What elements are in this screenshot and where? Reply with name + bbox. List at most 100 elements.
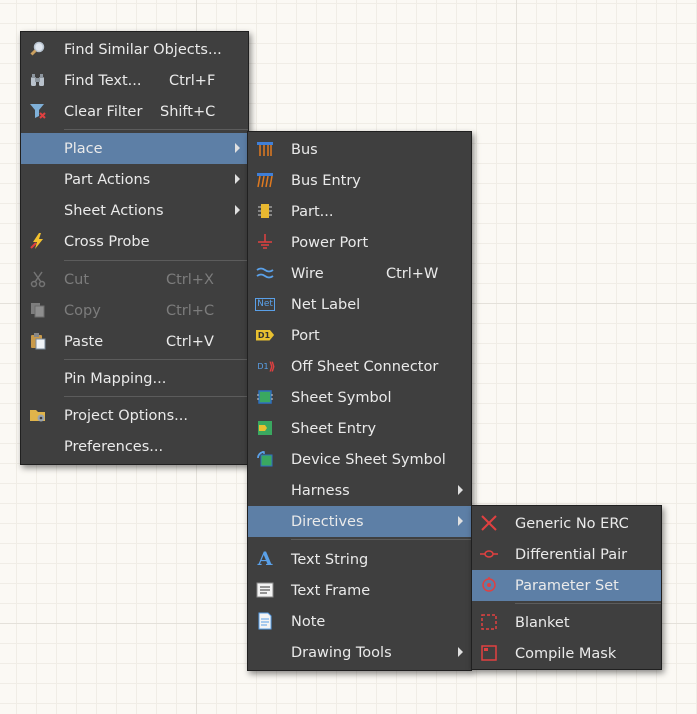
port-icon-text: D1	[255, 329, 275, 341]
menu-item-label: Drawing Tools	[291, 644, 392, 661]
menu-item-sheet-actions[interactable]: Sheet Actions	[21, 195, 248, 226]
no-erc-x-icon	[480, 514, 498, 532]
menu-item-pin-mapping[interactable]: Pin Mapping...	[21, 363, 248, 394]
menu-item-label: Note	[291, 613, 326, 630]
menu-item-parameter-set[interactable]: Parameter Set	[472, 570, 661, 601]
submenu-arrow-icon	[235, 174, 240, 184]
menu-item-project-options[interactable]: Project Options...	[21, 400, 248, 431]
place-submenu: Bus Bus Entry Part... Power Port Wire Ct…	[247, 131, 472, 671]
shortcut-text: Ctrl+F	[169, 72, 216, 89]
menu-item-label: Pin Mapping...	[64, 370, 167, 387]
text-string-icon: A	[256, 548, 274, 570]
menu-item-drawing-tools[interactable]: Drawing Tools	[248, 637, 471, 668]
submenu-arrow-icon	[235, 205, 240, 215]
parameter-set-icon	[480, 576, 498, 594]
menu-item-bus[interactable]: Bus	[248, 134, 471, 165]
menu-item-text-string[interactable]: A Text String	[248, 544, 471, 575]
shortcut-text: Ctrl+W	[386, 265, 439, 282]
menu-item-label: Find Similar Objects...	[64, 41, 222, 58]
menu-item-directives[interactable]: Directives	[248, 506, 471, 537]
menu-item-cross-probe[interactable]: Cross Probe	[21, 226, 248, 257]
menu-item-text-frame[interactable]: Text Frame	[248, 575, 471, 606]
menu-item-paste[interactable]: Paste Ctrl+V	[21, 326, 248, 357]
device-sheet-symbol-icon	[256, 450, 274, 468]
menu-item-compile-mask[interactable]: Compile Mask	[472, 638, 661, 669]
menu-item-blanket[interactable]: Blanket	[472, 607, 661, 638]
menu-item-label: Off Sheet Connector	[291, 358, 439, 375]
menu-item-off-sheet-connector[interactable]: D1 ⟩⟩ Off Sheet Connector	[248, 351, 471, 382]
net-label-icon-text: Net	[255, 297, 275, 311]
menu-item-label: Place	[64, 140, 103, 157]
shortcut-text: Shift+C	[160, 103, 216, 120]
menu-item-label: Find Text...	[64, 72, 142, 89]
menu-item-label: Project Options...	[64, 407, 188, 424]
menu-item-power-port[interactable]: Power Port	[248, 227, 471, 258]
menu-item-label: Power Port	[291, 234, 369, 251]
menu-item-differential-pair[interactable]: Differential Pair	[472, 539, 661, 570]
menu-item-wire[interactable]: Wire Ctrl+W	[248, 258, 471, 289]
menu-item-label: Harness	[291, 482, 350, 499]
scissors-icon	[29, 270, 47, 288]
compile-mask-icon	[480, 644, 498, 662]
menu-item-part[interactable]: Part...	[248, 196, 471, 227]
menu-item-preferences[interactable]: Preferences...	[21, 431, 248, 462]
menu-item-net-label[interactable]: Net Net Label	[248, 289, 471, 320]
bus-entry-icon	[256, 171, 274, 189]
menu-item-label: Compile Mask	[515, 645, 617, 662]
submenu-arrow-icon	[235, 143, 240, 153]
bus-icon	[256, 140, 274, 158]
cross-probe-icon	[29, 232, 47, 250]
menu-separator	[291, 539, 471, 540]
submenu-arrow-icon	[458, 516, 463, 526]
menu-item-device-sheet-symbol[interactable]: Device Sheet Symbol	[248, 444, 471, 475]
off-sheet-connector-icon: D1 ⟩⟩	[257, 359, 275, 373]
menu-separator	[64, 260, 248, 261]
menu-item-part-actions[interactable]: Part Actions	[21, 164, 248, 195]
menu-separator	[515, 603, 661, 604]
menu-item-clear-filter[interactable]: Clear Filter Shift+C	[21, 96, 248, 127]
menu-item-label: Preferences...	[64, 438, 164, 455]
menu-item-label: Bus	[291, 141, 318, 158]
submenu-arrow-icon	[458, 647, 463, 657]
menu-item-sheet-symbol[interactable]: Sheet Symbol	[248, 382, 471, 413]
menu-item-note[interactable]: Note	[248, 606, 471, 637]
menu-item-cut[interactable]: Cut Ctrl+X	[21, 264, 248, 295]
menu-item-label: Text Frame	[291, 582, 371, 599]
menu-item-port[interactable]: D1 Port	[248, 320, 471, 351]
menu-item-label: Net Label	[291, 296, 361, 313]
binoculars-icon	[29, 71, 47, 89]
menu-item-label: Part Actions	[64, 171, 151, 188]
menu-item-label: Copy	[64, 302, 101, 319]
menu-item-label: Sheet Entry	[291, 420, 377, 437]
menu-item-generic-no-erc[interactable]: Generic No ERC	[472, 508, 661, 539]
menu-item-place[interactable]: Place	[21, 133, 248, 164]
ground-icon	[256, 233, 274, 251]
menu-item-label: Sheet Actions	[64, 202, 164, 219]
menu-item-label: Port	[291, 327, 320, 344]
menu-item-label: Device Sheet Symbol	[291, 451, 446, 468]
menu-item-bus-entry[interactable]: Bus Entry	[248, 165, 471, 196]
menu-item-label: Clear Filter	[64, 103, 143, 120]
part-chip-icon	[256, 202, 274, 220]
submenu-arrow-icon	[458, 485, 463, 495]
menu-item-sheet-entry[interactable]: Sheet Entry	[248, 413, 471, 444]
menu-item-harness[interactable]: Harness	[248, 475, 471, 506]
port-icon: D1	[255, 326, 275, 344]
menu-item-label: Generic No ERC	[515, 515, 629, 532]
menu-item-label: Text String	[291, 551, 369, 568]
menu-item-label: Sheet Symbol	[291, 389, 392, 406]
directives-submenu: Generic No ERC Differential Pair Paramet…	[471, 505, 662, 670]
menu-item-find-text[interactable]: Find Text... Ctrl+F	[21, 65, 248, 96]
note-icon	[256, 612, 274, 630]
context-menu: Find Similar Objects... Find Text... Ctr…	[20, 31, 249, 465]
menu-item-label: Blanket	[515, 614, 570, 631]
menu-item-label: Wire	[291, 265, 324, 282]
menu-separator	[64, 359, 248, 360]
menu-item-label: Differential Pair	[515, 546, 628, 563]
off-sheet-icon-text: D1	[257, 361, 269, 371]
menu-item-label: Paste	[64, 333, 104, 350]
menu-item-copy[interactable]: Copy Ctrl+C	[21, 295, 248, 326]
menu-item-find-similar-objects[interactable]: Find Similar Objects...	[21, 34, 248, 65]
blanket-icon	[480, 613, 498, 631]
folder-gear-icon	[29, 406, 47, 424]
